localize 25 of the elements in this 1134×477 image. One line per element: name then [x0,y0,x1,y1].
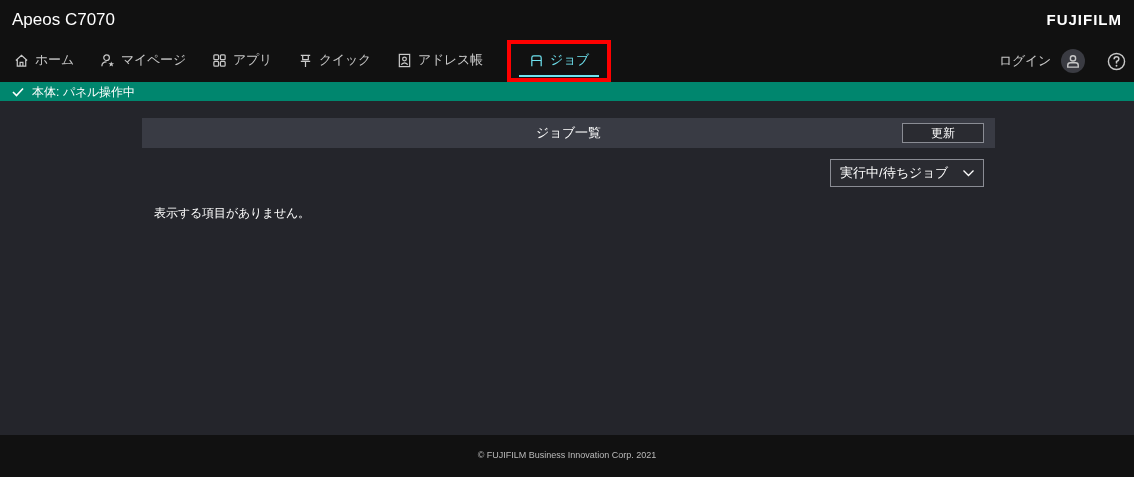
help-icon[interactable] [1107,51,1126,71]
check-icon [12,86,24,97]
copyright-text: © FUJIFILM Business Innovation Corp. 2021 [477,449,657,463]
nav-tab[interactable]: アプリ [210,45,274,77]
nav-tab[interactable]: クイック [296,45,373,77]
home-icon [14,52,29,68]
nav-tab[interactable]: アドレス帳 [395,45,485,77]
job-icon [529,52,544,68]
job-filter-dropdown[interactable]: 実行中/待ちジョブ [830,159,984,187]
nav-tab[interactable]: ジョブ [519,45,599,77]
refresh-button[interactable]: 更新 [902,123,984,143]
empty-message: 表示する項目がありません。 [154,205,311,222]
grid-icon [212,52,227,68]
login-button[interactable]: ログイン [999,49,1085,73]
panel-title: ジョブ一覧 [536,124,601,143]
brand-logo: FUJIFILM [1046,9,1122,30]
contact-book-icon [397,52,412,68]
nav-tab[interactable]: マイページ [98,45,188,77]
chevron-down-icon [963,169,974,177]
pin-icon [298,52,313,68]
status-text: 本体: パネル操作中 [32,83,135,101]
user-avatar-icon [1061,49,1085,73]
person-star-icon [100,52,115,68]
nav-tab[interactable]: ホーム [12,45,76,77]
app-title: Apeos C7070 [12,9,116,32]
